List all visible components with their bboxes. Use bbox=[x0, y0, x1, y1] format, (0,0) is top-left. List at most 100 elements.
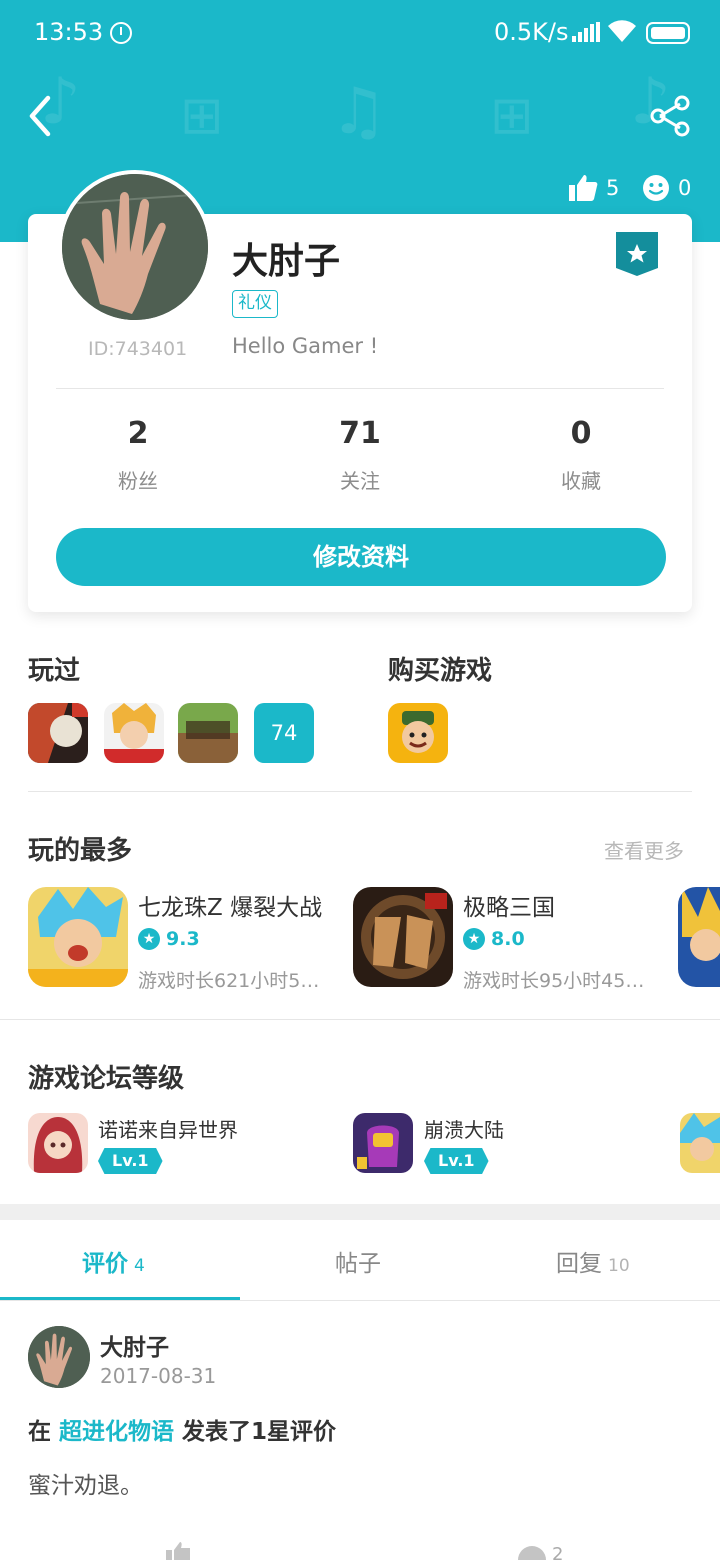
card-divider bbox=[56, 388, 664, 389]
purchased-title: 购买游戏 bbox=[388, 656, 493, 686]
purchased-game-icon[interactable] bbox=[388, 703, 448, 763]
dragonball-game-icon bbox=[680, 1113, 720, 1173]
review-suffix: 发表了1星评价 bbox=[182, 1419, 337, 1445]
edit-profile-button[interactable]: 修改资料 bbox=[56, 528, 666, 586]
most-played-game-icon-partial[interactable] bbox=[678, 887, 720, 987]
review-date: 2017-08-31 bbox=[100, 1364, 217, 1388]
section-divider bbox=[0, 1019, 720, 1020]
section-separator bbox=[0, 1204, 720, 1220]
stat-value: 71 bbox=[339, 416, 381, 451]
review-avatar[interactable] bbox=[28, 1326, 90, 1388]
crashlands-game-icon bbox=[353, 1113, 413, 1173]
forum-level-title: 游戏论坛等级 bbox=[28, 1064, 185, 1094]
tab-divider bbox=[0, 1300, 720, 1301]
smile-icon bbox=[643, 175, 669, 201]
review-summary: 在 超进化物语 发表了1星评价 bbox=[28, 1412, 336, 1446]
score-value: 9.3 bbox=[166, 928, 200, 950]
following-stat[interactable]: 71 关注 bbox=[290, 416, 430, 494]
tab-label: 帖子 bbox=[335, 1251, 381, 1277]
network-speed: 0.5K/s bbox=[494, 18, 569, 46]
forum-level-badge: Lv.1 bbox=[98, 1148, 163, 1174]
naruto-game-icon bbox=[104, 703, 164, 763]
played-more-button[interactable]: 74 bbox=[254, 703, 314, 763]
star-icon: ★ bbox=[138, 928, 160, 950]
game-score: ★ 8.0 bbox=[463, 928, 525, 950]
tab-reviews[interactable]: 评价 4 bbox=[82, 1244, 145, 1278]
hand-photo-icon bbox=[62, 174, 208, 320]
battery-icon bbox=[646, 22, 690, 44]
forum-level-badge: Lv.1 bbox=[424, 1148, 489, 1174]
tab-label: 回复 bbox=[556, 1251, 602, 1277]
tab-count: 4 bbox=[134, 1256, 145, 1276]
stat-label: 关注 bbox=[340, 469, 380, 493]
thumbs-up-icon bbox=[569, 175, 598, 201]
bleach-game-icon bbox=[28, 703, 88, 763]
comment-icon bbox=[518, 1546, 546, 1560]
likes-count: 5 bbox=[606, 176, 620, 200]
game-name[interactable]: 七龙珠Z 爆裂大战 bbox=[138, 888, 334, 922]
review-prefix: 在 bbox=[28, 1419, 51, 1445]
user-id: ID:743401 bbox=[88, 338, 188, 360]
music-note-icon: ♫ bbox=[330, 75, 388, 149]
played-game-icon[interactable] bbox=[104, 703, 164, 763]
thumbs-up-icon[interactable] bbox=[164, 1540, 194, 1560]
badge-icon[interactable] bbox=[616, 232, 658, 276]
signal-icon bbox=[572, 22, 600, 42]
review-text: 蜜汁劝退。 bbox=[28, 1473, 143, 1499]
played-game-icon[interactable] bbox=[178, 703, 238, 763]
hand-photo-icon bbox=[28, 1326, 90, 1388]
cartoon-soldier-game-icon bbox=[388, 703, 448, 763]
anime-girl-game-icon bbox=[28, 1113, 88, 1173]
tab-count: 10 bbox=[608, 1256, 630, 1276]
alarm-icon bbox=[110, 22, 132, 44]
review-user-name[interactable]: 大肘子 bbox=[100, 1328, 169, 1362]
followers-stat[interactable]: 2 粉丝 bbox=[68, 416, 208, 494]
status-time: 13:53 bbox=[34, 18, 104, 46]
section-divider bbox=[28, 791, 692, 792]
gamepad-icon: ⊞ bbox=[180, 86, 224, 146]
user-bio: Hello Gamer ! bbox=[232, 334, 379, 358]
score-value: 8.0 bbox=[491, 928, 525, 950]
wifi-icon bbox=[608, 20, 636, 42]
tab-replies[interactable]: 回复 10 bbox=[556, 1244, 630, 1278]
forum-game-name[interactable]: 诺诺来自异世界 bbox=[98, 1114, 238, 1143]
favorites-stat[interactable]: 0 收藏 bbox=[511, 416, 651, 494]
game-name[interactable]: 极略三国 bbox=[463, 888, 659, 922]
forum-game-icon-partial[interactable] bbox=[680, 1113, 720, 1173]
goku-game-icon bbox=[678, 887, 720, 987]
forum-game-icon[interactable] bbox=[353, 1113, 413, 1173]
minecraft-game-icon bbox=[178, 703, 238, 763]
comment-button[interactable]: 2 bbox=[518, 1544, 563, 1560]
most-played-game-icon[interactable] bbox=[28, 887, 128, 987]
user-tag: 礼仪 bbox=[232, 290, 278, 318]
avatar[interactable] bbox=[58, 170, 212, 324]
smiles-count: 0 bbox=[678, 176, 692, 200]
stat-value: 0 bbox=[570, 416, 592, 451]
game-play-time: 游戏时长95小时45分钟 bbox=[463, 970, 661, 992]
tab-posts[interactable]: 帖子 bbox=[335, 1244, 381, 1278]
share-button[interactable] bbox=[648, 94, 692, 138]
comment-count: 2 bbox=[552, 1544, 564, 1560]
stat-value: 2 bbox=[127, 416, 149, 451]
forum-game-name[interactable]: 崩溃大陆 bbox=[424, 1114, 504, 1143]
user-name: 大肘子 bbox=[232, 241, 341, 282]
gamepad-icon: ⊞ bbox=[490, 86, 534, 146]
most-played-game-icon[interactable] bbox=[353, 887, 453, 987]
back-button[interactable] bbox=[22, 92, 62, 140]
likes-stat[interactable]: 5 bbox=[568, 172, 619, 204]
played-title: 玩过 bbox=[28, 656, 81, 686]
share-icon bbox=[650, 95, 690, 137]
review-game-link[interactable]: 超进化物语 bbox=[59, 1419, 174, 1445]
tab-label: 评价 bbox=[82, 1251, 128, 1277]
game-play-time: 游戏时长621小时5分钟 bbox=[138, 970, 336, 992]
see-more-link[interactable]: 查看更多 bbox=[604, 835, 684, 864]
dragonball-game-icon bbox=[28, 887, 128, 987]
smiles-stat[interactable]: 0 bbox=[642, 172, 691, 204]
game-score: ★ 9.3 bbox=[138, 928, 200, 950]
forum-game-icon[interactable] bbox=[28, 1113, 88, 1173]
stat-label: 收藏 bbox=[561, 469, 601, 493]
status-bar: 13:53 0.5K/s bbox=[0, 0, 720, 66]
star-icon: ★ bbox=[463, 928, 485, 950]
played-game-icon[interactable] bbox=[28, 703, 88, 763]
stat-label: 粉丝 bbox=[118, 469, 158, 493]
